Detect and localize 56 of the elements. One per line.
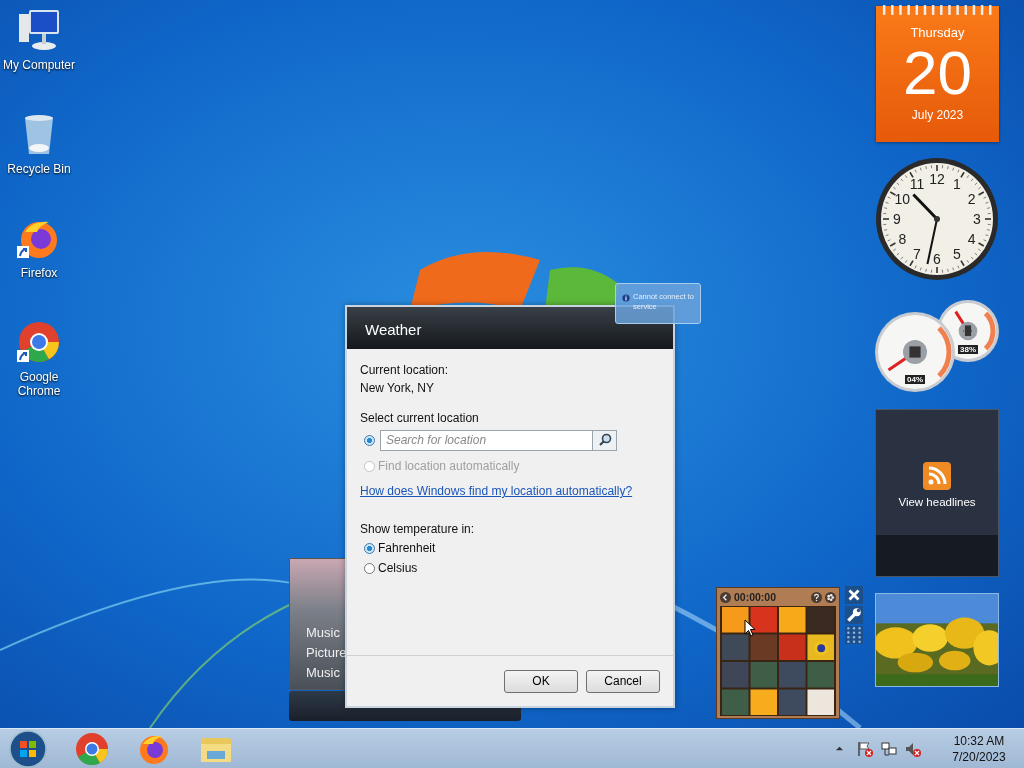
clock-hands-drawing xyxy=(912,193,940,265)
radio-button[interactable] xyxy=(364,562,375,574)
back-icon[interactable] xyxy=(720,591,731,603)
radio-button[interactable] xyxy=(364,542,375,554)
clock-time[interactable]: 10:32 AM xyxy=(953,732,1005,749)
cursor-icon xyxy=(744,619,756,637)
icon-label: Firefox xyxy=(19,266,59,280)
start-button[interactable] xyxy=(8,728,48,768)
wrench-icon[interactable] xyxy=(845,606,863,624)
clock-numeral: 12 xyxy=(929,171,945,187)
clock-numeral: 9 xyxy=(893,211,901,227)
show-hidden-icons-button[interactable] xyxy=(835,744,844,753)
feed-gadget[interactable]: View headlines xyxy=(875,409,999,577)
day-number: 20 xyxy=(903,40,972,106)
clock-numeral: 7 xyxy=(913,245,921,262)
help-link[interactable]: How does Windows find my location automatically? xyxy=(360,484,661,498)
gauge-reading: 38% xyxy=(958,345,978,354)
select-location-label: Select current location xyxy=(360,410,480,427)
clock-date[interactable]: 7/20/2023 xyxy=(952,748,1006,765)
clock-numeral: 1 xyxy=(953,176,961,193)
clock-numeral: 11 xyxy=(909,176,925,193)
clock-numeral: 5 xyxy=(953,245,961,262)
clock-numeral: 10 xyxy=(894,191,911,207)
network-icon[interactable] xyxy=(880,739,898,758)
dialog-button[interactable]: OK xyxy=(504,669,578,693)
units-label: Show temperature in: xyxy=(360,521,476,538)
dialog-button[interactable]: Cancel xyxy=(586,669,660,693)
weekday-text: Thursday xyxy=(910,25,965,40)
radio-label[interactable]: Fahrenheit xyxy=(378,541,436,555)
icon-label: My Computer xyxy=(2,58,76,72)
icon-label: Google Chrome xyxy=(16,370,62,398)
view-headlines-link[interactable]: View headlines xyxy=(898,496,976,508)
help-icon[interactable] xyxy=(811,591,822,603)
rss-icon[interactable] xyxy=(923,462,951,490)
flower-icon[interactable] xyxy=(825,591,836,603)
current-location-label: Current location: xyxy=(360,362,450,379)
drag-handle-icon[interactable] xyxy=(845,626,863,644)
timer-text: 00:00:00 xyxy=(734,591,777,603)
flag-icon[interactable] xyxy=(856,739,874,758)
clock-numeral: 4 xyxy=(967,231,976,247)
radio-button[interactable] xyxy=(364,434,375,446)
info-icon xyxy=(622,294,630,302)
radio-label[interactable]: Celsius xyxy=(378,561,418,575)
search-icon[interactable] xyxy=(597,433,612,447)
current-location-value: New York, NY xyxy=(360,380,436,397)
clock-numeral: 8 xyxy=(898,231,907,247)
clock-numeral: 2 xyxy=(967,191,976,207)
clock-numeral: 6 xyxy=(933,251,941,267)
gauge-reading: 04% xyxy=(905,375,925,384)
close-icon[interactable] xyxy=(845,586,863,604)
search-field[interactable]: Search for location xyxy=(380,429,593,451)
icon-label: Recycle Bin xyxy=(6,162,72,176)
clock-numeral: 3 xyxy=(973,211,981,227)
month-year-text: July 2023 xyxy=(911,108,964,122)
search-button[interactable] xyxy=(593,429,617,451)
chrome-icon[interactable] xyxy=(74,730,110,767)
